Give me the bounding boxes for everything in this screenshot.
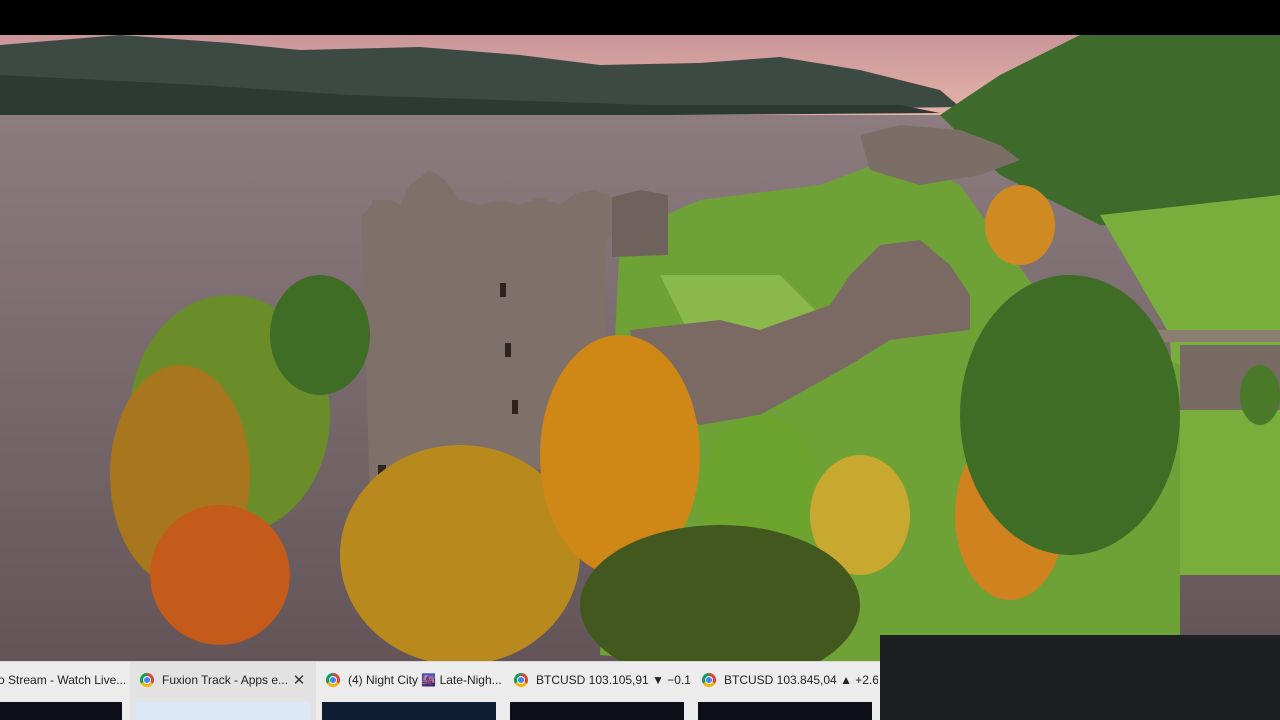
window-preview-btcusd-2[interactable]: BTCUSD 103.845,04 ▲ +2.61... [692, 662, 878, 720]
window-preview-fuxion[interactable]: Fuxion Track - Apps e... ✕ [130, 662, 316, 720]
chrome-icon [326, 673, 340, 687]
taskbar-window-previews: o Stream - Watch Live... Fuxion Track - … [0, 661, 880, 720]
chrome-icon [140, 673, 154, 687]
chrome-icon [514, 673, 528, 687]
window-preview-thumbnail [510, 702, 684, 720]
window-preview-title: (4) Night City 🌆 Late-Nigh... [348, 673, 502, 687]
window-preview-thumbnail [0, 702, 122, 720]
window-preview-thumbnail [698, 702, 872, 720]
desktop-wallpaper [0, 35, 1280, 720]
window-preview-thumbnail [136, 702, 310, 720]
chrome-icon [702, 673, 716, 687]
window-preview-title: BTCUSD 103.845,04 ▲ +2.61... [724, 673, 878, 687]
castle-landscape-image [0, 35, 1280, 720]
close-icon[interactable]: ✕ [290, 671, 308, 689]
top-black-bar [0, 0, 1280, 35]
window-preview-title: BTCUSD 103.105,91 ▼ −0.13... [536, 673, 690, 687]
window-preview-title: Fuxion Track - Apps e... [162, 673, 289, 687]
window-preview-night-city[interactable]: (4) Night City 🌆 Late-Nigh... [316, 662, 502, 720]
window-preview-thumbnail [322, 702, 496, 720]
window-preview-btcusd-1[interactable]: BTCUSD 103.105,91 ▼ −0.13... [504, 662, 690, 720]
